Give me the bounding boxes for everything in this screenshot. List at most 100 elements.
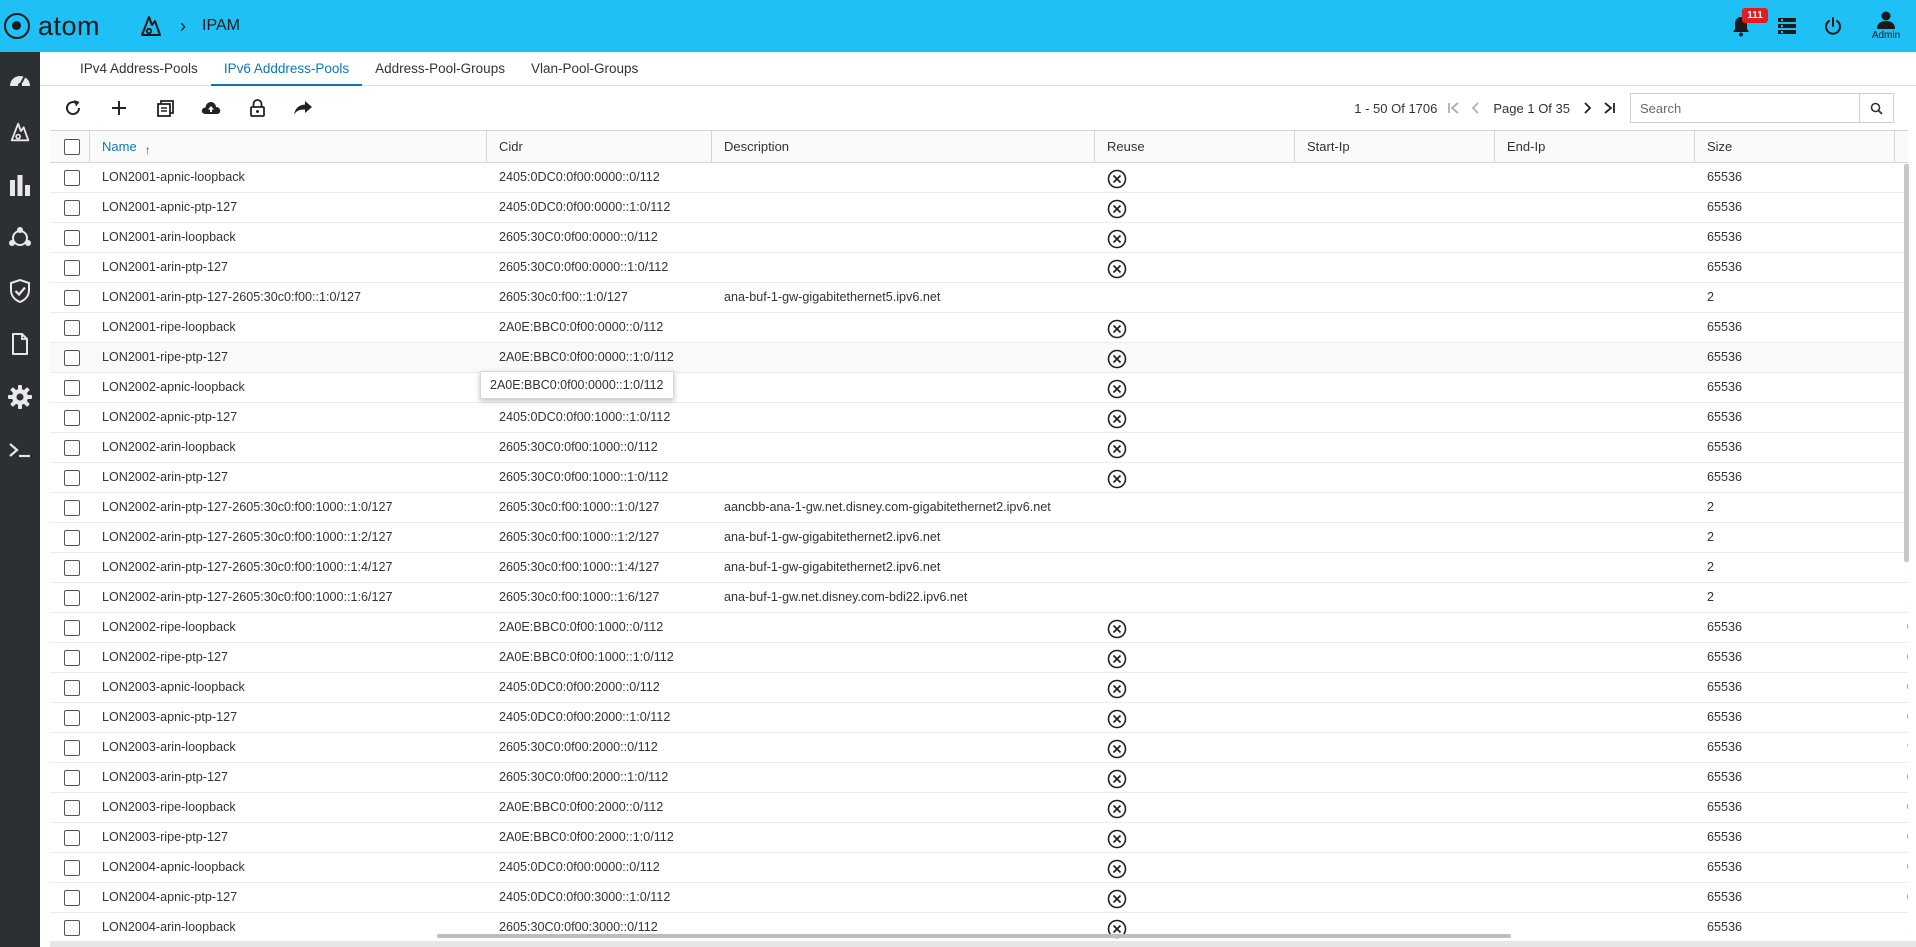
table-row[interactable]: LON2001-arin-ptp-127-2605:30c0:f00::1:0/… [50, 283, 1908, 313]
select-all-checkbox[interactable] [64, 139, 80, 155]
row-checkbox[interactable] [64, 380, 80, 396]
cell-description: ana-buf-1-gw-gigabitethernet2.ipv6.net [724, 560, 941, 574]
power-button[interactable] [1810, 0, 1856, 52]
sidebar-item-analytics[interactable] [0, 158, 40, 211]
cell-cidr: 2605:30c0:f00:1000::1:0/127 [499, 500, 660, 514]
notifications-button[interactable]: 111 [1718, 0, 1768, 52]
list-view-button[interactable] [1764, 0, 1810, 52]
row-checkbox[interactable] [64, 290, 80, 306]
table-row[interactable]: LON2003-ripe-loopback 2A0E:BBC0:0f00:2000… [50, 793, 1908, 823]
table-row[interactable]: LON2001-apnic-loopback 2405:0DC0:0f00:000… [50, 163, 1908, 193]
table-row[interactable]: LON2004-apnic-ptp-127 2405:0DC0:0f00:3000… [50, 883, 1908, 913]
sidebar-item-settings[interactable] [0, 370, 40, 423]
refresh-button[interactable] [50, 88, 96, 128]
table-row[interactable]: LON2002-apnic-loopback2405655360 [50, 373, 1908, 403]
table-row[interactable]: LON2002-arin-ptp-127-2605:30c0:f00:1000:… [50, 493, 1908, 523]
row-checkbox[interactable] [64, 320, 80, 336]
first-page-button[interactable] [1443, 94, 1465, 122]
table-row[interactable]: LON2002-arin-loopback 2605:30C0:0f00:1000… [50, 433, 1908, 463]
table-row[interactable]: LON2003-arin-loopback 2605:30C0:0f00:2000… [50, 733, 1908, 763]
table-row[interactable]: LON2002-apnic-ptp-127 2405:0DC0:0f00:1000… [50, 403, 1908, 433]
column-header-size[interactable]: Size [1695, 131, 1895, 163]
column-header-reuse[interactable]: Reuse [1095, 131, 1295, 163]
table-row[interactable]: LON2002-ripe-loopback 2A0E:BBC0:0f00:1000… [50, 613, 1908, 643]
upload-button[interactable] [188, 88, 234, 128]
cell-cidr: 2605:30c0:f00:1000::1:2/127 [499, 530, 660, 544]
table-row[interactable]: LON2002-arin-ptp-127-2605:30c0:f00:1000:… [50, 523, 1908, 553]
row-checkbox[interactable] [64, 650, 80, 666]
previous-page-button[interactable] [1465, 94, 1487, 122]
tab-vlan-pool-groups[interactable]: Vlan-Pool-Groups [518, 52, 651, 86]
row-checkbox[interactable] [64, 500, 80, 516]
table-row[interactable]: LON2001-arin-loopback 2605:30C0:0f00:0000… [50, 223, 1908, 253]
sidebar-item-documents[interactable] [0, 317, 40, 370]
table-row[interactable]: LON2003-apnic-ptp-127 2405:0DC0:0f00:2000… [50, 703, 1908, 733]
lock-button[interactable] [234, 88, 280, 128]
compliance-icon [10, 278, 30, 303]
atom-logo[interactable]: atom [4, 11, 100, 42]
table-row[interactable]: LON2003-ripe-ptp-127 2A0E:BBC0:0f00:2000:… [50, 823, 1908, 853]
row-checkbox[interactable] [64, 590, 80, 606]
row-checkbox[interactable] [64, 560, 80, 576]
column-header-name[interactable]: Name ↑ [90, 131, 487, 163]
row-checkbox[interactable] [64, 920, 80, 936]
row-checkbox[interactable] [64, 170, 80, 186]
row-checkbox[interactable] [64, 710, 80, 726]
row-checkbox[interactable] [64, 680, 80, 696]
row-checkbox[interactable] [64, 830, 80, 846]
tab-address-pool-groups[interactable]: Address-Pool-Groups [362, 52, 518, 86]
column-header-used[interactable]: Used [1895, 131, 1908, 163]
column-header-description[interactable]: Description [712, 131, 1095, 163]
table-row[interactable]: LON2002-arin-ptp-127-2605:30c0:f00:1000:… [50, 583, 1908, 613]
next-page-button[interactable] [1576, 94, 1598, 122]
user-menu[interactable]: Admin [1856, 0, 1916, 52]
table-row[interactable]: LON2001-arin-ptp-127 2605:30C0:0f00:0000:… [50, 253, 1908, 283]
vertical-scrollbar[interactable] [1904, 164, 1909, 562]
row-checkbox[interactable] [64, 860, 80, 876]
copy-button[interactable] [142, 88, 188, 128]
tab-ipv4-address-pools[interactable]: IPv4 Address-Pools [67, 52, 211, 86]
sidebar-item-dashboard[interactable] [0, 52, 40, 105]
row-checkbox[interactable] [64, 440, 80, 456]
column-header-cidr[interactable]: Cidr [487, 131, 712, 163]
cell-end-ip [1495, 253, 1695, 283]
row-checkbox[interactable] [64, 200, 80, 216]
horizontal-scrollbar[interactable] [437, 934, 1511, 938]
table-row[interactable]: LON2002-arin-ptp-127-2605:30c0:f00:1000:… [50, 553, 1908, 583]
row-checkbox[interactable] [64, 740, 80, 756]
row-checkbox[interactable] [64, 770, 80, 786]
sidebar-item-compliance[interactable] [0, 264, 40, 317]
row-checkbox[interactable] [64, 800, 80, 816]
row-checkbox[interactable] [64, 470, 80, 486]
sidebar-item-devices[interactable] [0, 105, 40, 158]
last-page-button[interactable] [1598, 94, 1620, 122]
row-checkbox[interactable] [64, 410, 80, 426]
row-checkbox[interactable] [64, 890, 80, 906]
row-checkbox[interactable] [64, 620, 80, 636]
row-checkbox[interactable] [64, 530, 80, 546]
table-row[interactable]: LON2001-ripe-loopback 2A0E:BBC0:0f00:0000… [50, 313, 1908, 343]
cell-start-ip [1295, 343, 1495, 373]
table-row[interactable]: LON2001-apnic-ptp-127 2405:0DC0:0f00:0000… [50, 193, 1908, 223]
search-input[interactable] [1631, 94, 1859, 122]
table-row[interactable]: LON2001-ripe-ptp-127 2A0E:BBC0:0f00:0000:… [50, 343, 1908, 373]
search-button[interactable] [1859, 94, 1893, 122]
cell-size: 65536 [1707, 410, 1743, 424]
tab-ipv6-address-pools[interactable]: IPv6 Adddress-Pools [210, 52, 363, 86]
table-row[interactable]: LON2002-ripe-ptp-127 2A0E:BBC0:0f00:1000:… [50, 643, 1908, 673]
table-row[interactable]: LON2004-apnic-loopback 2405:0DC0:0f00:000… [50, 853, 1908, 883]
column-header-start-ip[interactable]: Start-Ip [1295, 131, 1495, 163]
cell-start-ip [1295, 403, 1495, 433]
sidebar-item-terminal[interactable] [0, 423, 40, 476]
add-button[interactable] [96, 88, 142, 128]
table-row[interactable]: LON2003-arin-ptp-127 2605:30C0:0f00:2000:… [50, 763, 1908, 793]
share-button[interactable] [280, 88, 326, 128]
table-row[interactable]: LON2003-apnic-loopback 2405:0DC0:0f00:200… [50, 673, 1908, 703]
sidebar-item-topology[interactable] [0, 211, 40, 264]
table-row[interactable]: LON2002-arin-ptp-127 2605:30C0:0f00:1000:… [50, 463, 1908, 493]
row-checkbox[interactable] [64, 350, 80, 366]
column-header-end-ip[interactable]: End-Ip [1495, 131, 1695, 163]
row-checkbox[interactable] [64, 230, 80, 246]
cell-start-ip [1295, 613, 1495, 643]
row-checkbox[interactable] [64, 260, 80, 276]
